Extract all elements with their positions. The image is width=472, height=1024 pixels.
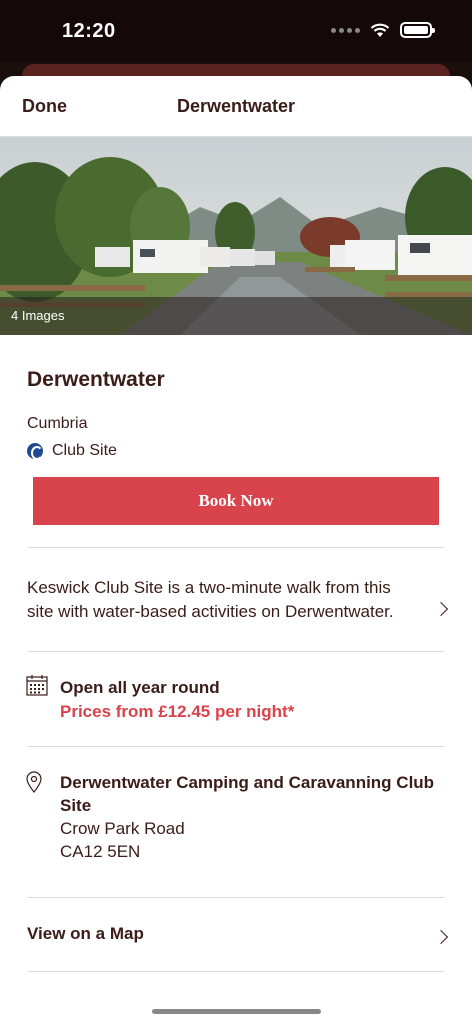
nav-title: Derwentwater (176, 96, 296, 116)
address-postcode: CA12 5EN (60, 842, 141, 861)
status-time: 12:20 (62, 20, 116, 42)
view-on-map-label: View on a Map (27, 924, 144, 943)
wifi-icon (370, 23, 390, 37)
site-type-label: Club Site (52, 442, 117, 459)
image-count-label: 4 Images (11, 308, 65, 323)
address-line1: Crow Park Road (60, 819, 185, 838)
site-region: Cumbria (27, 415, 88, 432)
description-text: Keswick Club Site is a two-minute walk f… (27, 578, 394, 621)
view-on-map-row[interactable]: View on a Map (0, 898, 472, 971)
home-indicator[interactable] (152, 1009, 321, 1014)
site-type-row: Club Site (27, 442, 439, 460)
description-row[interactable]: Keswick Club Site is a two-minute walk f… (0, 548, 472, 651)
divider (27, 971, 445, 972)
status-icons (331, 22, 435, 38)
site-title: Derwentwater (27, 368, 165, 391)
book-now-button[interactable]: Book Now (33, 477, 439, 525)
status-bar: 12:20 (0, 0, 472, 62)
price-from: Prices from £12.45 per night* (60, 702, 295, 721)
calendar-icon (26, 675, 48, 696)
open-status: Open all year round (60, 678, 220, 697)
nav-bar: Done Derwentwater (0, 76, 472, 137)
chevron-right-icon (433, 601, 449, 617)
site-summary: Derwentwater Cumbria Club Site Book Now (0, 368, 472, 525)
club-site-icon (27, 443, 43, 460)
location-pin-icon (26, 771, 42, 793)
site-detail-sheet: Done Derwentwater 4 Images Derwentwater … (0, 76, 472, 1024)
chevron-right-icon (433, 929, 449, 945)
battery-icon (400, 22, 435, 38)
signal-icon (331, 27, 360, 33)
availability-row: Open all year round Prices from £12.45 p… (0, 652, 472, 746)
image-count-overlay: 4 Images (0, 297, 472, 335)
image-gallery[interactable]: 4 Images (0, 137, 472, 335)
address-name: Derwentwater Camping and Caravanning Clu… (60, 773, 435, 815)
address-block: Derwentwater Camping and Caravanning Clu… (0, 747, 472, 897)
